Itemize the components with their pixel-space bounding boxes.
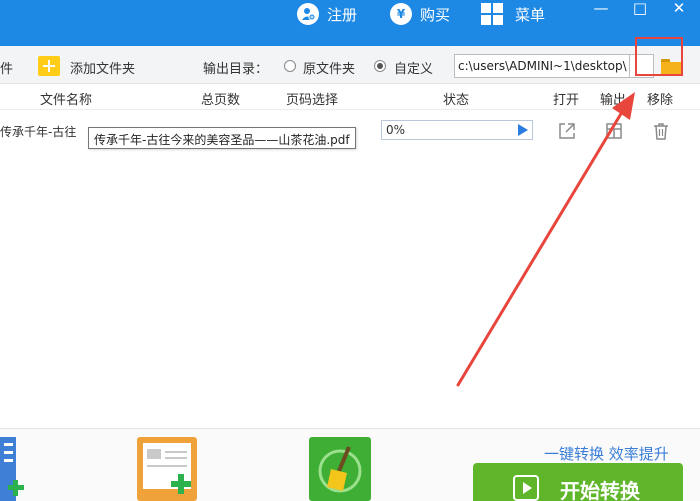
open-external-icon[interactable] xyxy=(557,121,577,141)
close-button[interactable]: ✕ xyxy=(664,0,694,17)
radio-original-folder[interactable] xyxy=(284,60,296,72)
option-original-label[interactable]: 原文件夹 xyxy=(303,58,355,77)
menu-button[interactable]: 菜单 xyxy=(481,0,545,28)
option-custom-label[interactable]: 自定义 xyxy=(394,58,433,77)
title-bar: 注册 ¥ 购买 菜单 — □ ✕ xyxy=(0,0,700,46)
maximize-button[interactable]: □ xyxy=(625,0,655,17)
buy-button[interactable]: ¥ 购买 xyxy=(390,0,450,28)
user-plus-icon xyxy=(297,3,319,25)
yuan-icon: ¥ xyxy=(390,3,412,25)
header-name: 文件名称 xyxy=(40,93,93,108)
output-path-input[interactable]: c:\users\ADMINI~1\desktop\ xyxy=(454,54,630,78)
windows-grid-icon xyxy=(481,3,503,25)
header-output: 输出 xyxy=(600,93,627,108)
bottom-panel: 一键转换 效率提升 开始转换 xyxy=(0,428,700,501)
radio-custom[interactable] xyxy=(374,60,386,72)
output-path-text: c:\users\ADMINI~1\desktop\ xyxy=(458,59,627,73)
progress-bar: 0% xyxy=(381,120,533,140)
add-file-list-icon[interactable] xyxy=(137,437,197,501)
output-dir-label: 输出目录： xyxy=(203,62,269,77)
buy-label: 购买 xyxy=(420,5,451,24)
table-row[interactable]: 传承千年-古往 0% 传承千年-古往今来的美容圣品——山茶花油.pdf xyxy=(0,111,700,151)
minimize-button[interactable]: — xyxy=(586,0,616,17)
header-page-select: 页码选择 xyxy=(286,93,339,108)
table-header: 文件名称 总页数 页码选择 状态 打开 输出 移除 xyxy=(0,84,700,110)
slogan-text: 一键转换 效率提升 xyxy=(544,445,669,463)
highlight-box xyxy=(635,37,683,76)
output-icon[interactable] xyxy=(604,121,624,141)
play-icon[interactable] xyxy=(518,124,528,136)
header-status: 状态 xyxy=(443,93,470,108)
register-label: 注册 xyxy=(327,5,358,24)
menu-label: 菜单 xyxy=(515,5,546,24)
register-button[interactable]: 注册 xyxy=(297,0,357,28)
header-open: 打开 xyxy=(553,93,580,108)
trash-icon[interactable] xyxy=(651,121,671,141)
file-name-tooltip: 传承千年-古往今来的美容圣品——山茶花油.pdf xyxy=(88,127,356,149)
play-circle-icon xyxy=(513,475,539,501)
header-remove: 移除 xyxy=(647,93,674,108)
start-convert-button[interactable]: 开始转换 xyxy=(473,463,683,501)
toolbar: 件 添加文件夹 输出目录： 原文件夹 自定义 c:\users\ADMINI~1… xyxy=(0,46,700,84)
add-icon[interactable] xyxy=(38,56,60,76)
file-name-cell: 传承千年-古往 xyxy=(0,125,77,139)
add-file-button[interactable]: 件 xyxy=(0,58,13,77)
start-convert-label: 开始转换 xyxy=(560,479,640,501)
header-pages: 总页数 xyxy=(201,93,241,108)
add-folder-button[interactable]: 添加文件夹 xyxy=(70,58,135,77)
clean-broom-icon[interactable] xyxy=(309,437,371,501)
progress-label: 0% xyxy=(386,123,406,137)
add-document-icon[interactable] xyxy=(0,437,24,501)
